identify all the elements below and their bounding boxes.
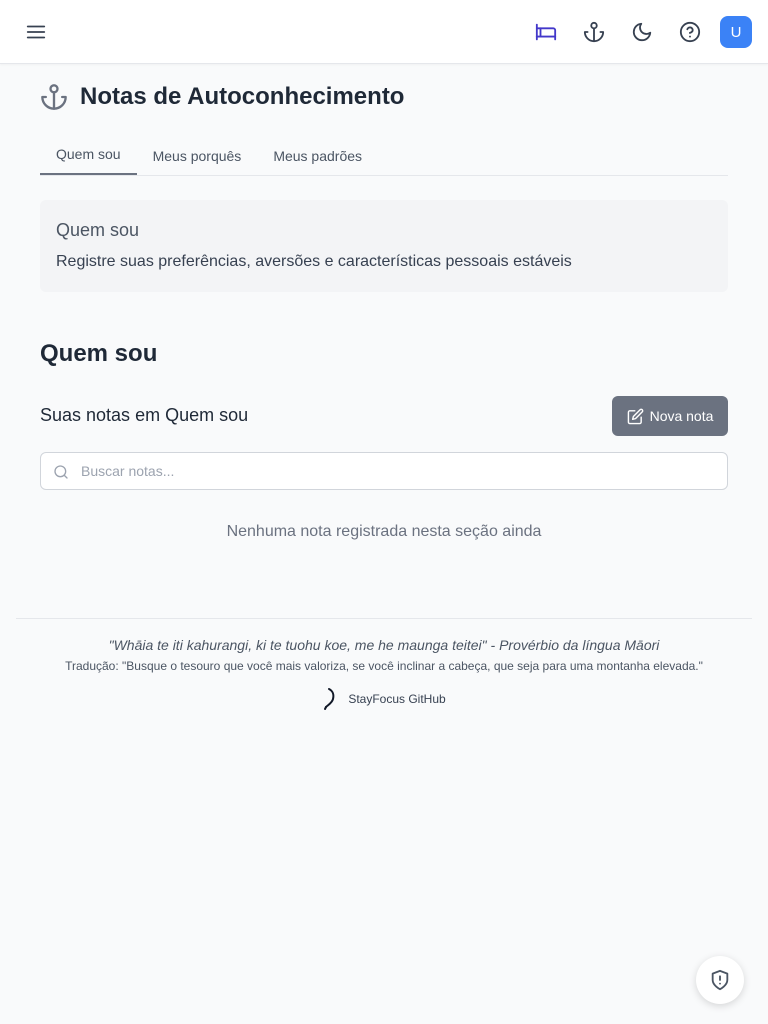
tab-meus-porques[interactable]: Meus porquês xyxy=(137,137,258,175)
section-title: Quem sou xyxy=(40,340,158,367)
footer-translation: Tradução: "Busque o tesouro que você mai… xyxy=(65,659,703,673)
section-info-card: Quem sou Registre suas preferências, ave… xyxy=(40,200,728,292)
anchor-button[interactable] xyxy=(574,12,614,52)
github-link-label: StayFocus GitHub xyxy=(348,692,446,706)
anchor-icon xyxy=(583,21,605,43)
shield-button[interactable] xyxy=(696,956,744,1004)
help-circle-icon xyxy=(679,21,701,43)
footer: "Whāia te iti kahurangi, ki te tuohu koe… xyxy=(16,618,752,711)
new-note-button[interactable]: Nova nota xyxy=(612,396,728,436)
info-card-title: Quem sou xyxy=(56,220,140,240)
notes-heading: Suas notas em Quem sou xyxy=(40,405,249,425)
moon-icon xyxy=(632,22,652,42)
tab-meus-padroes[interactable]: Meus padrões xyxy=(257,137,378,175)
section-tabs: Quem sou Meus porquês Meus padrões xyxy=(40,137,728,176)
rest-button[interactable] xyxy=(526,12,566,52)
page-title-row: Notas de Autoconhecimento xyxy=(40,80,404,114)
footer-quote: "Whāia te iti kahurangi, ki te tuohu koe… xyxy=(108,637,660,653)
empty-state-message: Nenhuma nota registrada nesta seção aind… xyxy=(226,523,542,540)
search-input[interactable] xyxy=(81,453,721,489)
anchor-icon xyxy=(41,84,67,110)
user-avatar[interactable]: U xyxy=(720,16,752,48)
shield-alert-icon xyxy=(711,969,729,991)
hook-icon xyxy=(324,688,335,710)
menu-button[interactable] xyxy=(16,12,56,52)
github-link[interactable]: StayFocus GitHub xyxy=(16,687,752,711)
theme-toggle-button[interactable] xyxy=(622,12,662,52)
new-note-label: Nova nota xyxy=(649,408,714,424)
info-card-description: Registre suas preferências, aversões e c… xyxy=(56,253,572,270)
top-navigation-bar: U xyxy=(0,0,768,64)
page-title: Notas de Autoconhecimento xyxy=(80,83,405,110)
help-button[interactable] xyxy=(670,12,710,52)
edit-icon xyxy=(627,408,643,424)
bed-icon xyxy=(535,23,557,41)
search-icon xyxy=(54,465,68,479)
search-box xyxy=(40,452,728,490)
tab-quem-sou[interactable]: Quem sou xyxy=(40,137,137,175)
menu-icon xyxy=(26,25,46,39)
